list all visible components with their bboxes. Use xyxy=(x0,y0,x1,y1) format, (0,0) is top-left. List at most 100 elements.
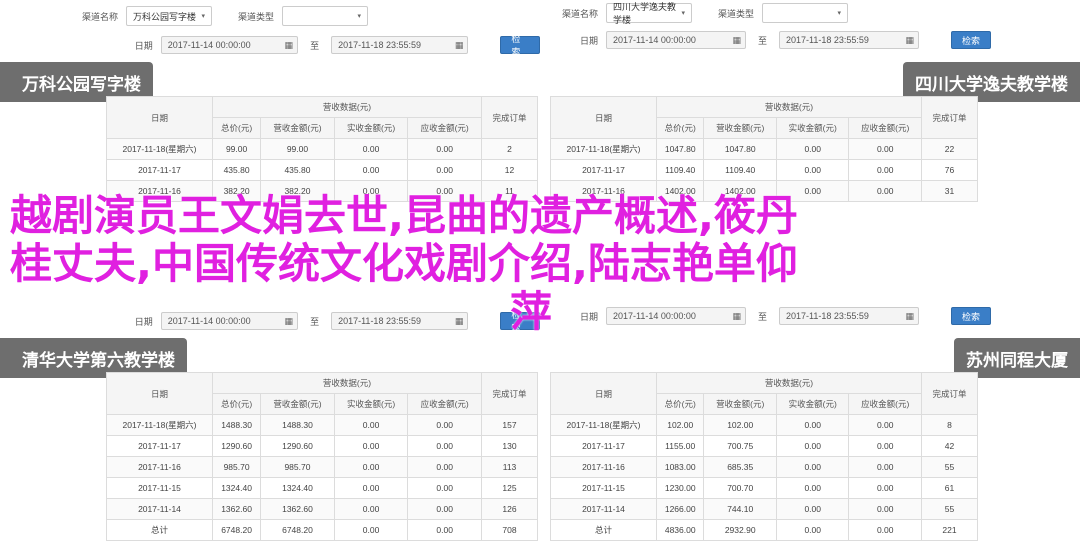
cell-receivable: 0.00 xyxy=(848,456,922,478)
channel-name-select[interactable]: 万科公园写字楼 ▾ xyxy=(126,6,212,26)
cell-receivable: 0.00 xyxy=(407,159,482,181)
channel-name-select[interactable]: 四川大学逸夫教学楼 ▾ xyxy=(606,2,692,25)
table-row: 2017-11-14 1266.00 744.10 0.00 0.00 55 xyxy=(550,498,978,520)
cell-orders: 2 xyxy=(481,138,538,160)
table-row: 2017-11-16 1083.00 685.35 0.00 0.00 55 xyxy=(550,456,978,478)
cell-revenue: 102.00 xyxy=(703,414,777,436)
revenue-table: 日期 营收数据(元) 完成订单 总价(元) 营收金额(元) 实收金额(元) 应收… xyxy=(550,96,978,202)
th-total: 总价(元) xyxy=(211,393,262,415)
table-row: 2017-11-18(星期六) 102.00 102.00 0.00 0.00 … xyxy=(550,414,978,436)
cell-orders: 42 xyxy=(921,435,978,457)
date-row: 日期 2017-11-14 00:00:00 ▦ 至 2017-11-18 23… xyxy=(540,31,992,49)
th-total: 总价(元) xyxy=(655,117,705,139)
headline-line-1: 越剧演员王文娟去世,昆曲的遗产概述,筱丹 xyxy=(10,191,798,240)
chevron-down-icon: ▾ xyxy=(837,10,841,17)
cell-orders: 55 xyxy=(921,498,978,520)
cell-orders: 12 xyxy=(481,159,538,181)
cell-received: 0.00 xyxy=(775,159,850,181)
cell-received: 0.00 xyxy=(775,435,850,457)
th-received: 实收金额(元) xyxy=(775,117,850,139)
cell-date: 2017-11-18(星期六) xyxy=(550,414,657,436)
cell-revenue: 2932.90 xyxy=(703,519,777,541)
cell-total: 1324.40 xyxy=(211,477,262,499)
calendar-icon[interactable]: ▦ xyxy=(732,35,741,46)
cell-date: 2017-11-14 xyxy=(106,498,213,520)
cell-revenue: 1290.60 xyxy=(260,435,335,457)
th-revenue-group: 营收数据(元) xyxy=(656,372,922,394)
cell-revenue: 1324.40 xyxy=(260,477,335,499)
cell-receivable: 0.00 xyxy=(407,414,482,436)
channel-name-value: 万科公园写字楼 xyxy=(133,11,197,22)
cell-received: 0.00 xyxy=(333,138,409,160)
cell-date: 2017-11-14 xyxy=(550,498,657,520)
query-button[interactable]: 检索 xyxy=(951,31,992,49)
channel-type-select[interactable]: ▾ xyxy=(762,3,848,23)
cell-received: 0.00 xyxy=(333,159,409,181)
date-from-input[interactable]: 2017-11-14 00:00:00 ▦ xyxy=(160,36,299,54)
date-from-input[interactable]: 2017-11-14 00:00:00 ▦ xyxy=(606,31,746,49)
table-row: 2017-11-15 1324.40 1324.40 0.00 0.00 125 xyxy=(106,477,538,499)
overlay-headline: 越剧演员王文娟去世,昆曲的遗产概述,筱丹 桂丈夫,中国传统文化戏剧介绍,陆志艳单… xyxy=(10,192,1070,336)
cell-revenue: 1047.80 xyxy=(703,138,777,160)
table-row: 2017-11-18(星期六) 1488.30 1488.30 0.00 0.0… xyxy=(106,414,538,436)
table-row: 2017-11-17 435.80 435.80 0.00 0.00 12 xyxy=(106,159,538,181)
cell-received: 0.00 xyxy=(775,519,850,541)
cell-total: 435.80 xyxy=(211,159,262,181)
th-receivable: 应收金额(元) xyxy=(848,117,922,139)
cell-total: 1266.00 xyxy=(655,498,705,520)
cell-total: 102.00 xyxy=(655,414,705,436)
th-date: 日期 xyxy=(550,96,657,139)
cell-receivable: 0.00 xyxy=(407,138,482,160)
table-row: 2017-11-18(星期六) 99.00 99.00 0.00 0.00 2 xyxy=(106,138,538,160)
cell-date: 2017-11-18(星期六) xyxy=(106,414,213,436)
cell-received: 0.00 xyxy=(333,414,409,436)
to-label: 至 xyxy=(310,40,320,51)
cell-date: 2017-11-16 xyxy=(550,456,657,478)
cell-revenue: 435.80 xyxy=(260,159,335,181)
calendar-icon[interactable]: ▦ xyxy=(455,40,464,51)
date-label: 日期 xyxy=(134,40,153,51)
cell-received: 0.00 xyxy=(775,138,850,160)
cell-total: 99.00 xyxy=(211,138,262,160)
th-date: 日期 xyxy=(106,96,213,139)
calendar-icon[interactable]: ▦ xyxy=(285,40,294,51)
cell-total: 1362.60 xyxy=(211,498,262,520)
cell-orders: 55 xyxy=(921,456,978,478)
th-received: 实收金额(元) xyxy=(775,393,850,415)
th-orders: 完成订单 xyxy=(921,96,978,139)
th-revenue: 营收金额(元) xyxy=(260,117,335,139)
cell-receivable: 0.00 xyxy=(407,456,482,478)
date-from-value: 2017-11-14 00:00:00 xyxy=(167,40,251,50)
cell-date: 总计 xyxy=(550,519,657,541)
query-button[interactable]: 检索 xyxy=(500,34,540,57)
cell-date: 2017-11-15 xyxy=(550,477,657,499)
to-label: 至 xyxy=(758,35,768,46)
cell-orders: 125 xyxy=(481,477,538,499)
cell-date: 2017-11-17 xyxy=(550,435,657,457)
table-row-total: 总计 4836.00 2932.90 0.00 0.00 221 xyxy=(550,519,978,541)
table-row: 2017-11-17 1155.00 700.75 0.00 0.00 42 xyxy=(550,435,978,457)
channel-type-select[interactable]: ▾ xyxy=(282,6,368,26)
th-total: 总价(元) xyxy=(655,393,705,415)
date-to-value: 2017-11-18 23:55:59 xyxy=(786,35,869,45)
table-row: 2017-11-15 1230.00 700.70 0.00 0.00 61 xyxy=(550,477,978,499)
cell-revenue: 744.10 xyxy=(703,498,777,520)
channel-name-value: 四川大学逸夫教学楼 xyxy=(613,2,677,25)
date-to-input[interactable]: 2017-11-18 23:55:59 ▦ xyxy=(779,31,920,49)
cell-orders: 221 xyxy=(921,519,978,541)
date-to-input[interactable]: 2017-11-18 23:55:59 ▦ xyxy=(331,36,469,54)
cell-date: 2017-11-18(星期六) xyxy=(106,138,213,160)
chevron-down-icon: ▾ xyxy=(357,13,361,20)
table-row: 2017-11-17 1109.40 1109.40 0.00 0.00 76 xyxy=(550,159,978,181)
cell-receivable: 0.00 xyxy=(848,414,922,436)
cell-received: 0.00 xyxy=(333,498,409,520)
calendar-icon[interactable]: ▦ xyxy=(906,35,915,46)
date-to-value: 2017-11-18 23:55:59 xyxy=(338,40,421,50)
cell-date: 2017-11-17 xyxy=(106,159,213,181)
cell-orders: 76 xyxy=(921,159,978,181)
th-received: 实收金额(元) xyxy=(333,117,409,139)
date-label: 日期 xyxy=(579,35,598,46)
cell-received: 0.00 xyxy=(333,435,409,457)
cell-received: 0.00 xyxy=(775,477,850,499)
th-receivable: 应收金额(元) xyxy=(407,393,482,415)
